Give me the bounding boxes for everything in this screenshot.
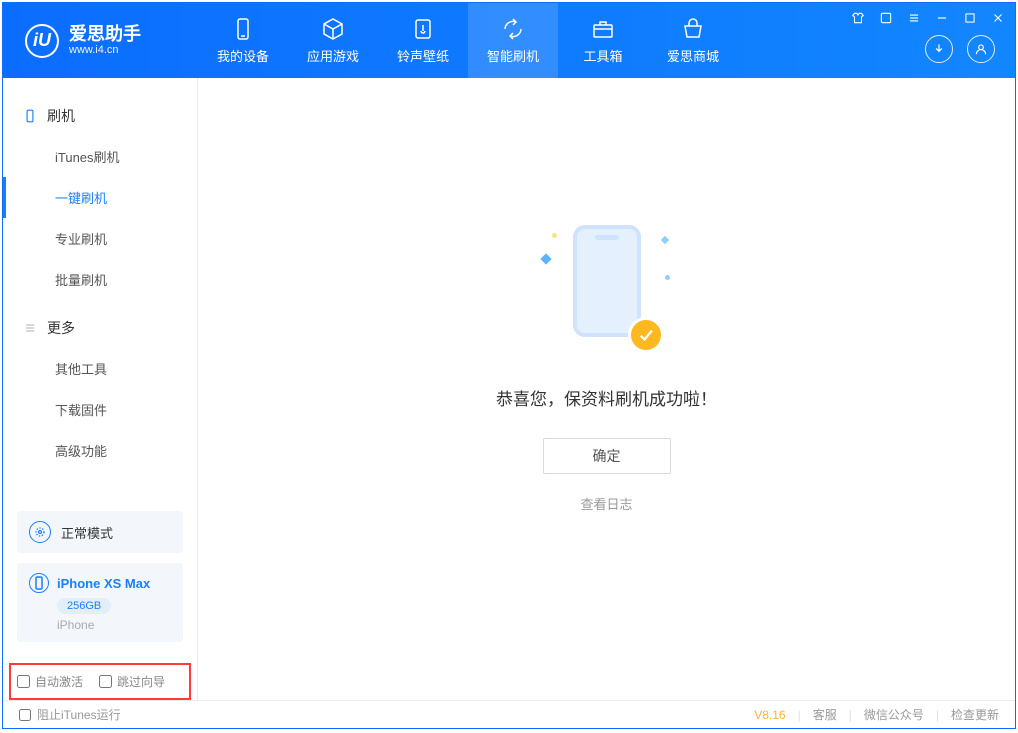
minimize-button[interactable] bbox=[933, 9, 951, 27]
tab-apps-games[interactable]: 应用游戏 bbox=[288, 3, 378, 78]
tab-toolbox[interactable]: 工具箱 bbox=[558, 3, 648, 78]
success-illustration bbox=[542, 225, 672, 355]
download-button[interactable] bbox=[925, 35, 953, 63]
version-label: V8.16 bbox=[754, 708, 785, 722]
device-name: iPhone XS Max bbox=[57, 576, 150, 591]
device-mode-box[interactable]: 正常模式 bbox=[17, 511, 183, 553]
support-link[interactable]: 客服 bbox=[813, 706, 837, 723]
sidebar-item-other-tools[interactable]: 其他工具 bbox=[3, 348, 197, 389]
tab-ringtones[interactable]: 铃声壁纸 bbox=[378, 3, 468, 78]
store-icon bbox=[681, 17, 705, 41]
main-content: 恭喜您，保资料刷机成功啦！ 确定 查看日志 bbox=[198, 78, 1015, 700]
feedback-icon[interactable] bbox=[877, 9, 895, 27]
wechat-link[interactable]: 微信公众号 bbox=[864, 706, 924, 723]
list-icon bbox=[23, 321, 37, 335]
device-icon bbox=[231, 17, 255, 41]
sidebar-item-advanced[interactable]: 高级功能 bbox=[3, 430, 197, 471]
app-subtitle: www.i4.cn bbox=[69, 44, 141, 56]
sidebar: 刷机 iTunes刷机 一键刷机 专业刷机 批量刷机 更多 其他工具 下载固件 … bbox=[3, 78, 198, 700]
window-controls bbox=[849, 9, 1007, 27]
device-capacity: 256GB bbox=[57, 598, 111, 614]
maximize-button[interactable] bbox=[961, 9, 979, 27]
user-button[interactable] bbox=[967, 35, 995, 63]
sidebar-item-batch-flash[interactable]: 批量刷机 bbox=[3, 259, 197, 300]
sidebar-item-oneclick-flash[interactable]: 一键刷机 bbox=[3, 177, 197, 218]
tab-store[interactable]: 爱思商城 bbox=[648, 3, 738, 78]
mode-icon bbox=[29, 521, 51, 543]
toolbox-icon bbox=[591, 17, 615, 41]
ok-button[interactable]: 确定 bbox=[543, 438, 671, 474]
auto-activate-checkbox[interactable]: 自动激活 bbox=[17, 673, 83, 690]
sidebar-header-more: 更多 bbox=[3, 308, 197, 348]
success-message: 恭喜您，保资料刷机成功啦！ bbox=[496, 385, 717, 410]
logo-icon: iU bbox=[25, 24, 59, 58]
view-log-link[interactable]: 查看日志 bbox=[580, 494, 632, 513]
device-info-box[interactable]: iPhone XS Max 256GB iPhone bbox=[17, 563, 183, 642]
device-mode-label: 正常模式 bbox=[61, 523, 113, 542]
sidebar-item-pro-flash[interactable]: 专业刷机 bbox=[3, 218, 197, 259]
menu-icon[interactable] bbox=[905, 9, 923, 27]
sidebar-item-download-firmware[interactable]: 下载固件 bbox=[3, 389, 197, 430]
music-icon bbox=[411, 17, 435, 41]
options-highlighted-row: 自动激活 跳过向导 bbox=[9, 663, 191, 700]
skip-guide-checkbox[interactable]: 跳过向导 bbox=[99, 673, 165, 690]
check-update-link[interactable]: 检查更新 bbox=[951, 706, 999, 723]
sidebar-item-itunes-flash[interactable]: iTunes刷机 bbox=[3, 136, 197, 177]
refresh-icon bbox=[501, 17, 525, 41]
phone-small-icon bbox=[23, 109, 37, 123]
check-badge-icon bbox=[628, 317, 664, 353]
block-itunes-checkbox[interactable]: 阻止iTunes运行 bbox=[19, 706, 121, 723]
cube-icon bbox=[321, 17, 345, 41]
header-circle-buttons bbox=[925, 35, 995, 63]
tab-my-device[interactable]: 我的设备 bbox=[198, 3, 288, 78]
close-button[interactable] bbox=[989, 9, 1007, 27]
device-type: iPhone bbox=[57, 618, 171, 632]
title-bar: iU 爱思助手 www.i4.cn 我的设备 应用游戏 铃声壁纸 智能刷机 bbox=[3, 3, 1015, 78]
tshirt-icon[interactable] bbox=[849, 9, 867, 27]
app-title: 爱思助手 bbox=[69, 25, 141, 45]
tab-smart-flash[interactable]: 智能刷机 bbox=[468, 3, 558, 78]
device-phone-icon bbox=[29, 573, 49, 593]
sidebar-header-flash: 刷机 bbox=[3, 96, 197, 136]
app-logo: iU 爱思助手 www.i4.cn bbox=[3, 3, 198, 78]
status-bar: 阻止iTunes运行 V8.16 | 客服 | 微信公众号 | 检查更新 bbox=[3, 700, 1015, 728]
